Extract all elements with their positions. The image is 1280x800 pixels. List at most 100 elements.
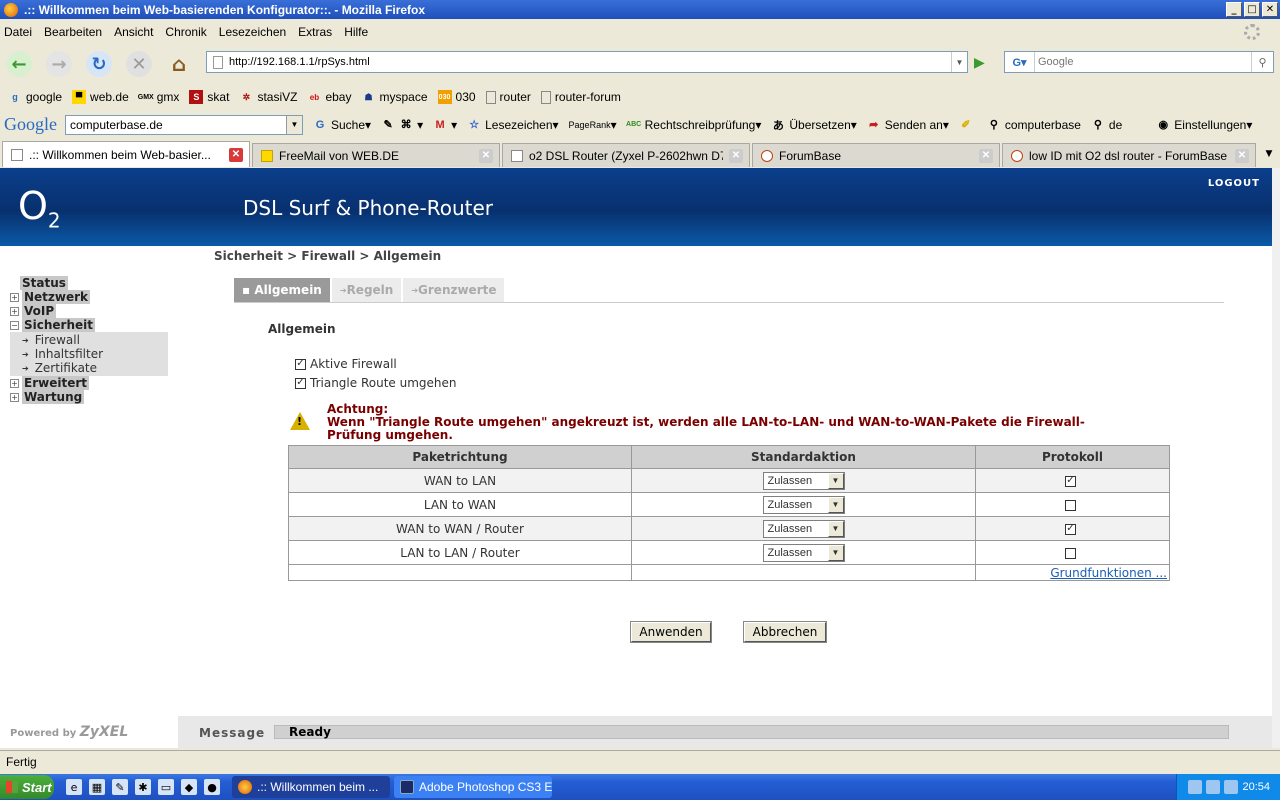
- bookmark-skat[interactable]: Sskat: [189, 90, 229, 104]
- folder-icon[interactable]: ▭: [158, 779, 174, 795]
- firefox-icon[interactable]: ●: [204, 779, 220, 795]
- google-g-icon: G: [315, 118, 325, 131]
- menu-item-voip[interactable]: + VoIP: [10, 304, 170, 318]
- menu-hilfe[interactable]: Hilfe: [344, 25, 368, 39]
- tab-regeln[interactable]: ➔ Regeln: [331, 278, 402, 302]
- browser-tab[interactable]: low ID mit O2 dsl router - ForumBase ✕: [1002, 143, 1256, 167]
- go-arrow-icon[interactable]: ▶: [974, 55, 990, 71]
- translate-button[interactable]: あ Übersetzen ▾: [771, 118, 857, 132]
- submenu-item-zertifikate[interactable]: ➔ Zertifikate: [22, 361, 168, 375]
- active-firewall-checkbox[interactable]: ✓: [295, 358, 306, 370]
- google-search-button[interactable]: G Suche ▾: [313, 118, 371, 132]
- misc-tools-button[interactable]: ✎ ⌘ ▾: [381, 118, 423, 132]
- expand-icon: +: [10, 392, 19, 402]
- logout-link[interactable]: LOGOUT: [1208, 178, 1260, 189]
- browser-tab[interactable]: FreeMail von WEB.DE ✕: [252, 143, 500, 167]
- search-bar[interactable]: G▾ Google ⚲: [1004, 51, 1274, 73]
- bookmark-router-forum[interactable]: router-forum: [540, 90, 621, 104]
- google-bookmarks-button[interactable]: ☆ Lesezeichen ▾: [467, 118, 558, 132]
- gmail-button[interactable]: M ▾: [433, 118, 458, 132]
- bookmark-router[interactable]: router: [485, 90, 531, 104]
- dropdown-icon[interactable]: ▼: [286, 115, 302, 134]
- ie-icon[interactable]: e: [66, 779, 82, 795]
- close-tab-icon[interactable]: ✕: [229, 147, 243, 162]
- taskbar-item-photoshop[interactable]: Adobe Photoshop CS3 E...: [394, 776, 552, 798]
- app-icon[interactable]: ◆: [181, 779, 197, 795]
- router-header: O2 DSL Surf & Phone-Router LOGOUT: [0, 168, 1272, 246]
- search-computerbase-button[interactable]: ⚲ computerbase: [987, 118, 1081, 132]
- cancel-button[interactable]: Abbrechen: [743, 621, 827, 643]
- spellcheck-button[interactable]: ABC Rechtschreibprüfung ▾: [626, 118, 761, 132]
- google-query-input[interactable]: computerbase.de ▼: [65, 114, 303, 135]
- menu-item-status[interactable]: Status: [10, 276, 170, 290]
- browser-tab[interactable]: o2 DSL Router (Zyxel P-2602hwn D7A... ✕: [502, 143, 750, 167]
- search-icon[interactable]: ⚲: [1251, 52, 1273, 72]
- url-dropdown-icon[interactable]: ▼: [951, 52, 967, 72]
- url-bar[interactable]: http://192.168.1.1/rpSys.html ▼: [206, 51, 968, 73]
- tab-allgemein[interactable]: ▪ Allgemein: [234, 278, 330, 302]
- close-window-button[interactable]: ✕: [1262, 2, 1278, 17]
- action-select[interactable]: Zulassen ▼: [762, 471, 845, 490]
- tab-list-dropdown-icon[interactable]: ▼: [1260, 143, 1278, 165]
- vertical-scrollbar[interactable]: [1272, 168, 1280, 748]
- minimize-button[interactable]: _: [1226, 2, 1242, 17]
- table-row: WAN to LAN Zulassen ▼ ✓: [288, 468, 1170, 493]
- reload-icon[interactable]: ↻: [86, 51, 112, 77]
- log-checkbox[interactable]: ✓: [1065, 523, 1076, 535]
- connection-icon[interactable]: [1224, 780, 1239, 794]
- bookmark-webde[interactable]: ▀ web.de: [72, 90, 129, 104]
- search-de-button[interactable]: ⚲ de: [1091, 118, 1122, 132]
- back-arrow-icon[interactable]: ←: [6, 51, 32, 77]
- tab-grenzwerte[interactable]: ➔ Grenzwerte: [403, 278, 505, 302]
- bookmark-stasivz[interactable]: ✲ stasiVZ: [239, 90, 298, 104]
- menu-lesezeichen[interactable]: Lesezeichen: [219, 25, 286, 39]
- browser-tab[interactable]: .:: Willkommen beim Web-basier... ✕: [2, 141, 250, 167]
- home-icon[interactable]: ⌂: [166, 51, 192, 77]
- bookmark-google[interactable]: g google: [8, 90, 62, 104]
- submenu-item-inhaltsfilter[interactable]: ➔ Inhaltsfilter: [22, 347, 168, 361]
- menu-ansicht[interactable]: Ansicht: [114, 25, 153, 39]
- pencil-icon[interactable]: ✎: [112, 779, 128, 795]
- start-button[interactable]: Start: [0, 775, 54, 799]
- menu-bearbeiten[interactable]: Bearbeiten: [44, 25, 102, 39]
- action-select[interactable]: Zulassen ▼: [762, 495, 845, 514]
- close-tab-icon[interactable]: ✕: [1235, 148, 1249, 163]
- send-to-button[interactable]: ➦ Senden an ▾: [867, 118, 949, 132]
- submenu-item-firewall[interactable]: ➔ Firewall: [22, 333, 168, 347]
- bookmark-ebay[interactable]: eb ebay: [307, 90, 352, 104]
- menu-datei[interactable]: Datei: [4, 25, 32, 39]
- taskbar-item-firefox[interactable]: .:: Willkommen beim ...: [232, 776, 390, 798]
- app-icon[interactable]: ✱: [135, 779, 151, 795]
- maximize-button[interactable]: □: [1244, 2, 1260, 17]
- menu-item-erweitert[interactable]: + Erweitert: [10, 376, 170, 390]
- bookmark-030[interactable]: 030 030: [437, 90, 476, 104]
- menu-extras[interactable]: Extras: [298, 25, 332, 39]
- google-engine-icon[interactable]: G▾: [1005, 52, 1035, 72]
- menu-item-wartung[interactable]: + Wartung: [10, 390, 170, 404]
- stop-icon[interactable]: ✕: [126, 51, 152, 77]
- menu-item-netzwerk[interactable]: + Netzwerk: [10, 290, 170, 304]
- network-icon[interactable]: [1188, 780, 1203, 794]
- apply-button[interactable]: Anwenden: [630, 621, 712, 643]
- action-select[interactable]: Zulassen ▼: [762, 519, 845, 538]
- highlight-button[interactable]: ✐: [959, 118, 977, 132]
- close-tab-icon[interactable]: ✕: [729, 148, 743, 163]
- triangle-route-checkbox[interactable]: ✓: [295, 377, 306, 389]
- grundfunktionen-link[interactable]: Grundfunktionen ...: [1050, 566, 1167, 580]
- menu-item-sicherheit[interactable]: − Sicherheit: [10, 318, 170, 332]
- bookmark-gmx[interactable]: GMX gmx: [138, 90, 180, 104]
- log-checkbox[interactable]: [1065, 499, 1076, 511]
- forward-arrow-icon[interactable]: →: [46, 51, 72, 77]
- pagerank-indicator[interactable]: PageRank ▾: [569, 118, 617, 132]
- close-tab-icon[interactable]: ✕: [979, 148, 993, 163]
- action-select[interactable]: Zulassen ▼: [762, 543, 845, 562]
- settings-button[interactable]: ◉ Einstellungen ▾: [1156, 118, 1252, 132]
- browser-tab[interactable]: ForumBase ✕: [752, 143, 1000, 167]
- menu-chronik[interactable]: Chronik: [165, 25, 206, 39]
- log-checkbox[interactable]: ✓: [1065, 475, 1076, 487]
- volume-icon[interactable]: [1206, 780, 1221, 794]
- bookmark-myspace[interactable]: ☗ myspace: [361, 90, 427, 104]
- close-tab-icon[interactable]: ✕: [479, 148, 493, 163]
- log-checkbox[interactable]: [1065, 547, 1076, 559]
- calculator-icon[interactable]: ▦: [89, 779, 105, 795]
